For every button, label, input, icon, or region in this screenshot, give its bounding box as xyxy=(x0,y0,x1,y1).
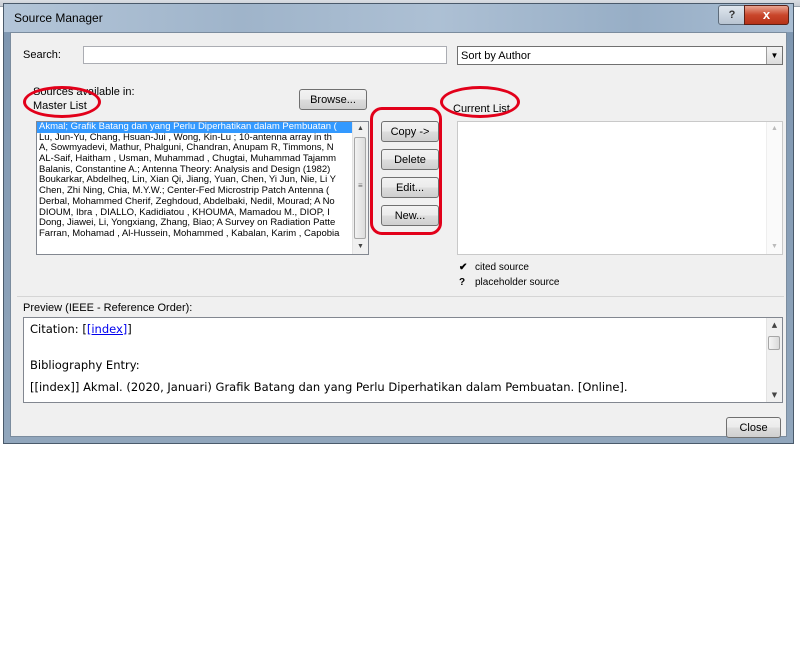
edit-button[interactable]: Edit... xyxy=(381,177,439,198)
list-item[interactable]: A, Sowmyadevi, Mathur, Phalguni, Chandra… xyxy=(37,143,353,154)
sort-dropdown[interactable]: Sort by Author ▼ xyxy=(457,46,783,65)
master-list-label: Master List xyxy=(33,100,87,112)
legend-cited-text: cited source xyxy=(475,262,529,273)
browse-button[interactable]: Browse... xyxy=(299,89,367,110)
search-label: Search: xyxy=(23,49,61,61)
master-list-scrollbar[interactable]: ▲ ≡ ▼ xyxy=(352,122,368,254)
citation-prefix: Citation: xyxy=(30,322,79,336)
list-item[interactable]: Akmal; Grafik Batang dan yang Perlu Dipe… xyxy=(37,122,353,133)
scroll-down-icon[interactable]: ▼ xyxy=(353,240,368,254)
scroll-thumb[interactable]: ≡ xyxy=(354,137,366,239)
source-manager-dialog: Source Manager ? x Search: Sort by Autho… xyxy=(3,3,794,444)
list-item[interactable]: Derbal, Mohammed Cherif, Zeghdoud, Abdel… xyxy=(37,197,353,208)
scroll-down-icon[interactable]: ▼ xyxy=(767,240,782,254)
help-button[interactable]: ? xyxy=(718,5,746,25)
dialog-body: Search: Sort by Author ▼ Sources availab… xyxy=(10,32,787,438)
scroll-thumb[interactable] xyxy=(768,336,780,350)
list-item[interactable]: Chen, Zhi Ning, Chia, M.Y.W.; Center-Fed… xyxy=(37,186,353,197)
citation-index-link[interactable]: [index] xyxy=(87,322,127,336)
bibliography-heading: Bibliography Entry: xyxy=(30,358,140,372)
close-button[interactable]: Close xyxy=(726,417,781,438)
current-list-label: Current List xyxy=(453,103,510,115)
checkmark-icon: ✔ xyxy=(459,262,468,273)
legend-placeholder-text: placeholder source xyxy=(475,277,560,288)
scroll-down-icon[interactable]: ▼ xyxy=(767,388,782,402)
search-input[interactable] xyxy=(83,46,447,64)
preview-box: Citation: [[index]] Bibliography Entry: … xyxy=(23,317,783,403)
question-mark-icon: ? xyxy=(459,277,466,288)
sources-available-label: Sources available in: xyxy=(33,86,135,98)
title-bar: Source Manager ? x xyxy=(4,4,793,32)
scroll-up-icon[interactable]: ▲ xyxy=(353,122,368,136)
divider xyxy=(17,296,784,297)
grip-icon: ≡ xyxy=(358,181,363,190)
preview-scrollbar[interactable]: ▲ ▼ xyxy=(766,318,782,402)
bibliography-entry: [[index]] Akmal. (2020, Januari) Grafik … xyxy=(30,380,628,394)
dialog-title: Source Manager xyxy=(14,11,103,25)
list-item[interactable]: Farran, Mohamad , Al-Hussein, Mohammed ,… xyxy=(37,229,353,240)
legend-cited: ✔ cited source xyxy=(459,262,529,273)
list-item[interactable]: Lu, Jun-Yu, Chang, Hsuan-Jui , Wong, Kin… xyxy=(37,133,353,144)
current-list-box[interactable]: ▲ ▼ xyxy=(457,121,783,255)
citation-close-bracket: ] xyxy=(127,322,132,336)
master-list-rows: Akmal; Grafik Batang dan yang Perlu Dipe… xyxy=(37,122,353,240)
citation-line: Citation: [[index]] xyxy=(30,322,132,336)
scroll-up-icon[interactable]: ▲ xyxy=(767,318,782,332)
sort-dropdown-value: Sort by Author xyxy=(461,50,531,62)
list-item[interactable]: DIOUM, Ibra , DIALLO, Kadidiatou , KHOUM… xyxy=(37,208,353,219)
new-button[interactable]: New... xyxy=(381,205,439,226)
list-item[interactable]: AL-Saif, Haitham , Usman, Muhammad , Chu… xyxy=(37,154,353,165)
window-close-button[interactable]: x xyxy=(744,5,789,25)
copy-button[interactable]: Copy -> xyxy=(381,121,439,142)
current-list-scrollbar[interactable]: ▲ ▼ xyxy=(766,122,782,254)
list-item[interactable]: Dong, Jiawei, Li, Yongxiang, Zhang, Biao… xyxy=(37,218,353,229)
master-list-box[interactable]: Akmal; Grafik Batang dan yang Perlu Dipe… xyxy=(36,121,369,255)
chevron-down-icon[interactable]: ▼ xyxy=(766,47,782,64)
preview-label: Preview (IEEE - Reference Order): xyxy=(23,302,193,314)
list-item[interactable]: Balanis, Constantine A.; Antenna Theory:… xyxy=(37,165,353,176)
delete-button[interactable]: Delete xyxy=(381,149,439,170)
scroll-up-icon[interactable]: ▲ xyxy=(767,122,782,136)
list-item[interactable]: Boukarkar, Abdelheq, Lin, Xian Qi, Jiang… xyxy=(37,175,353,186)
legend-placeholder: ? placeholder source xyxy=(459,277,560,288)
